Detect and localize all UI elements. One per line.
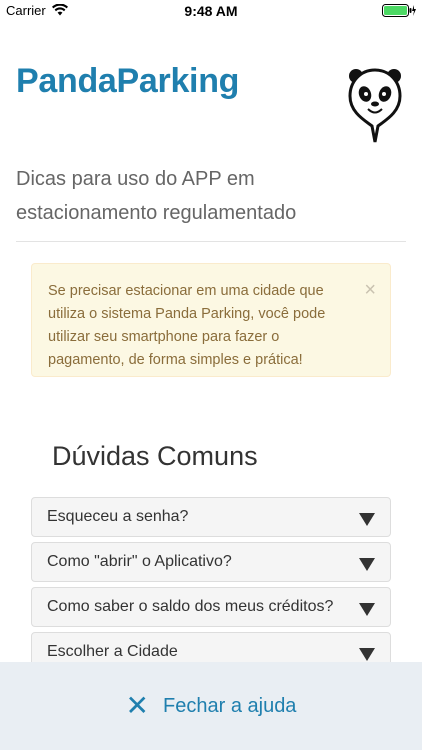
faq-item-label: Como "abrir" o Aplicativo? [47,553,232,570]
caret-down-icon [359,557,375,571]
page-subtitle: Dicas para uso do APP em estacionamento … [16,168,297,224]
close-help-button[interactable]: ✕ Fechar a ajuda [0,662,422,750]
app-title: PandaParking [16,62,240,100]
battery-icon [382,4,416,20]
alert-close-button[interactable]: × [364,280,376,300]
close-help-label: Fechar a ajuda [163,694,297,717]
caret-down-icon [359,602,375,616]
faq-item-label: Esqueceu a senha? [47,508,189,525]
header-divider [16,241,406,242]
panda-logo-icon [346,66,404,149]
info-alert: Se precisar estacionar em uma cidade que… [31,263,391,377]
faq-heading: Dúvidas Comuns [52,441,258,471]
faq-item-abrir-aplicativo[interactable]: Como "abrir" o Aplicativo? [31,542,391,582]
faq-item-saldo-creditos[interactable]: Como saber o saldo dos meus créditos? [31,587,391,627]
status-bar: Carrier 9:48 AM [0,0,422,22]
caret-down-icon [359,512,375,526]
faq-item-label: Escolher a Cidade [47,643,178,660]
faq-item-esqueceu-senha[interactable]: Esqueceu a senha? [31,497,391,537]
clock: 9:48 AM [184,3,238,19]
close-icon: ✕ [125,690,150,721]
faq-item-label: Como saber o saldo dos meus créditos? [47,598,334,615]
alert-text: Se precisar estacionar em uma cidade que… [48,283,326,368]
caret-down-icon [359,647,375,661]
